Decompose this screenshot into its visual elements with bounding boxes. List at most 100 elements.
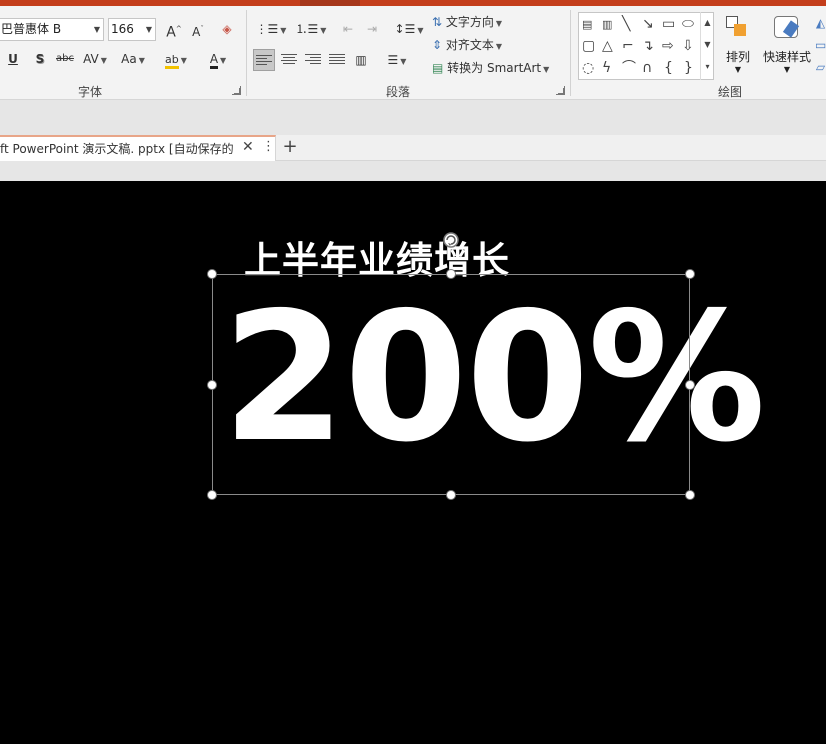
font-color-button[interactable]: A ▼ — [202, 48, 234, 70]
resize-handle-middle-right[interactable] — [685, 380, 695, 390]
quick-styles-button[interactable]: 快速样式 ▼ — [760, 12, 814, 74]
resize-handle-top-right[interactable] — [685, 269, 695, 279]
underline-label: U — [8, 52, 18, 66]
align-center-button[interactable] — [278, 49, 300, 71]
rounded-rectangle-shape-icon[interactable]: ▢ — [582, 38, 595, 54]
right-brace-shape-icon[interactable]: } — [684, 60, 693, 76]
group-divider — [246, 10, 247, 96]
elbow-connector-icon[interactable]: ⌐ — [622, 38, 634, 54]
arc-shape-icon[interactable]: ⌒ — [622, 60, 636, 76]
font-group-label: 字体 — [78, 85, 103, 99]
grow-font-label: A — [166, 24, 176, 41]
shapes-gallery[interactable]: ▤ ▥ ╲ ↘ ▭ ⬭ ▢ △ ⌐ ↴ ⇨ ⇩ ◌ ϟ ⌒ ∩ { } — [578, 12, 714, 80]
smartart-icon: ▤ — [432, 61, 444, 75]
close-icon[interactable]: ✕ — [242, 139, 254, 155]
resize-handle-top-left[interactable] — [207, 269, 217, 279]
arrange-icon — [720, 12, 756, 42]
align-right-button[interactable] — [302, 49, 324, 71]
shape-outline-icon[interactable]: ▭ — [815, 34, 826, 56]
more-options-icon[interactable]: ⋮ — [262, 139, 275, 154]
arrange-button[interactable]: 排列 ▼ — [720, 12, 756, 74]
paragraph-group-label: 段落 — [386, 85, 411, 99]
font-name-combo[interactable]: 巴普惠体 B ▼ — [0, 18, 104, 41]
underline-button[interactable]: U — [4, 48, 22, 70]
chevron-down-icon: ▼ — [93, 25, 100, 34]
convert-smartart-button[interactable]: ▤ 转换为 SmartArt ▼ — [432, 57, 556, 79]
arrow-line-shape-icon[interactable]: ↘ — [642, 16, 654, 32]
line-shape-icon[interactable]: ╲ — [622, 16, 630, 32]
text-box-icon[interactable]: ▤ — [582, 17, 592, 33]
left-brace-shape-icon[interactable]: { — [664, 60, 673, 76]
resize-handle-bottom-center[interactable] — [446, 490, 456, 500]
editor-top-margin — [0, 161, 826, 181]
shape-fill-icon[interactable]: ◭ — [815, 12, 826, 34]
highlight-button[interactable]: ab ▼ — [160, 48, 192, 70]
quick-styles-label: 快速样式 — [762, 50, 811, 64]
ribbon: 巴普惠体 B ▼ 166 ▼ A^ Aˇ ◈ U S abc AV ▼ Aa ▼ a… — [0, 6, 826, 100]
line-spacing-icon: ↕☰ — [394, 22, 416, 36]
new-tab-plus-icon[interactable]: + — [278, 136, 302, 158]
freeform-shape-icon[interactable]: ϟ — [602, 60, 611, 76]
strikethrough-button[interactable]: abc — [54, 48, 76, 70]
resize-handle-bottom-left[interactable] — [207, 490, 217, 500]
scroll-down-icon[interactable]: ▼ — [701, 34, 714, 56]
oval-shape-icon[interactable]: ⬭ — [682, 16, 694, 32]
justify-icon — [329, 54, 345, 66]
grow-font-button[interactable]: A^ — [163, 18, 185, 41]
align-text-icon: ⇕ — [432, 38, 443, 52]
chevron-down-icon: ▼ — [783, 65, 791, 74]
font-size-value: 166 — [111, 22, 134, 36]
paragraph-dialog-launcher-icon[interactable] — [556, 86, 565, 95]
bullets-button[interactable]: ⋮☰ ▼ — [254, 18, 288, 40]
document-tab[interactable]: ft PowerPoint 演示文稿. pptx [自动保存的 ✕ ⋮ — [0, 135, 276, 161]
line-spacing-button[interactable]: ↕☰ ▼ — [394, 18, 424, 40]
callout-shape-icon[interactable]: ◌ — [582, 60, 594, 76]
text-direction-label: 文字方向 — [445, 15, 494, 29]
resize-handle-bottom-right[interactable] — [685, 490, 695, 500]
numbering-button[interactable]: ⒈☰ ▼ — [294, 18, 328, 40]
font-color-label: A — [209, 52, 219, 69]
columns-button[interactable]: ☰ ▼ — [380, 49, 414, 71]
distributed-icon: ▥ — [355, 53, 367, 67]
text-shadow-button[interactable]: S — [30, 48, 50, 70]
vertical-text-box-icon[interactable]: ▥ — [602, 17, 612, 33]
increase-indent-icon[interactable]: ⇥ — [362, 18, 382, 40]
align-text-label: 对齐文本 — [445, 38, 494, 52]
font-dialog-launcher-icon[interactable] — [232, 86, 241, 95]
right-arrow-shape-icon[interactable]: ⇨ — [662, 38, 674, 54]
resize-handle-middle-left[interactable] — [207, 380, 217, 390]
columns-icon: ☰ — [387, 53, 399, 67]
align-text-button[interactable]: ⇕ 对齐文本 ▼ — [432, 34, 512, 56]
text-box-selection-frame[interactable] — [212, 274, 690, 495]
down-arrow-shape-icon[interactable]: ⇩ — [682, 38, 694, 54]
character-spacing-button[interactable]: AV ▼ — [80, 48, 110, 70]
quick-styles-icon — [760, 12, 814, 42]
text-direction-button[interactable]: ⇅ 文字方向 ▼ — [432, 11, 512, 33]
distributed-button[interactable]: ▥ — [350, 49, 372, 71]
document-tab-strip: ft PowerPoint 演示文稿. pptx [自动保存的 ✕ ⋮ + — [0, 135, 826, 161]
document-tab-title: ft PowerPoint 演示文稿. pptx [自动保存的 — [0, 142, 234, 156]
rectangle-shape-icon[interactable]: ▭ — [662, 16, 675, 32]
scroll-up-icon[interactable]: ▲ — [701, 12, 714, 34]
rotate-handle-icon[interactable] — [441, 230, 461, 250]
strikethrough-label: abc — [56, 53, 74, 64]
shapes-gallery-scroll: ▲ ▼ ▾ — [700, 12, 714, 80]
gallery-more-icon[interactable]: ▾ — [701, 56, 714, 78]
resize-handle-top-center[interactable] — [446, 269, 456, 279]
convert-smartart-label: 转换为 SmartArt — [447, 61, 542, 75]
curve-shape-icon[interactable]: ∩ — [642, 60, 652, 76]
shape-effects-icon[interactable]: ▱ — [815, 56, 826, 78]
align-left-button[interactable] — [253, 49, 275, 71]
clear-formatting-icon[interactable]: ◈ — [216, 18, 238, 40]
align-left-icon — [256, 55, 272, 67]
shrink-font-button[interactable]: Aˇ — [187, 18, 209, 40]
change-case-label: Aa — [121, 52, 137, 66]
elbow-arrow-connector-icon[interactable]: ↴ — [642, 38, 654, 54]
change-case-button[interactable]: Aa ▼ — [116, 48, 150, 70]
triangle-shape-icon[interactable]: △ — [602, 38, 613, 54]
decrease-indent-icon[interactable]: ⇤ — [338, 18, 358, 40]
font-size-combo[interactable]: 166 ▼ — [108, 18, 156, 41]
chevron-down-icon: ▼ — [734, 65, 742, 74]
justify-button[interactable] — [326, 49, 348, 71]
group-divider — [570, 10, 571, 96]
